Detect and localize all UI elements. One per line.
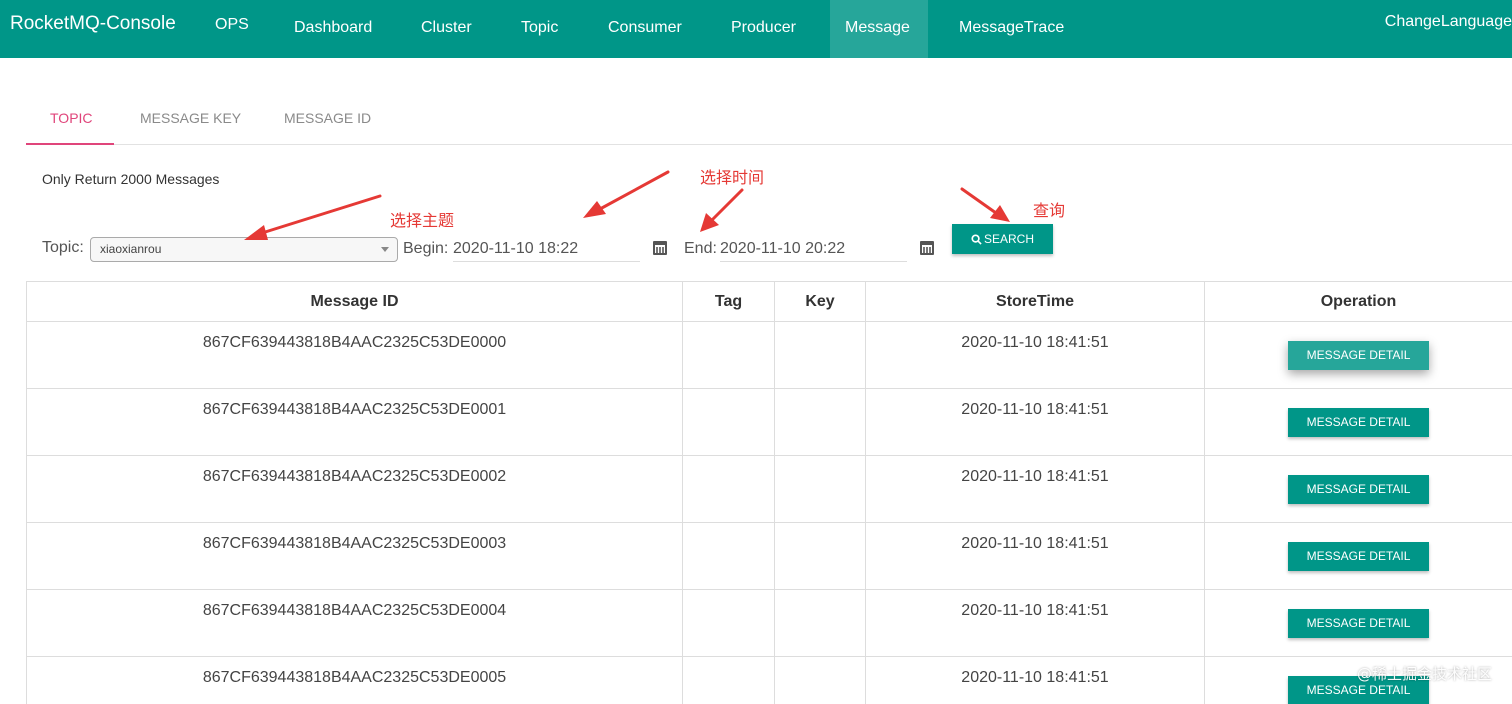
store-time-cell: 2020-11-10 18:41:51 — [865, 388, 1205, 456]
key-cell — [774, 656, 866, 704]
nav-item-messagetrace[interactable]: MessageTrace — [944, 0, 1079, 58]
operation-cell: MESSAGE DETAIL — [1204, 589, 1512, 657]
message-detail-button[interactable]: MESSAGE DETAIL — [1288, 475, 1429, 504]
table-row: 867CF639443818B4AAC2325C53DE0003 2020-11… — [26, 522, 1512, 590]
store-time-cell: 2020-11-10 18:41:51 — [865, 455, 1205, 523]
brand-logo[interactable]: RocketMQ-Console — [10, 13, 176, 35]
arrow-to-end — [710, 188, 744, 222]
column-header-tag: Tag — [682, 281, 775, 322]
arrow-head-begin — [583, 201, 606, 218]
message-id-cell: 867CF639443818B4AAC2325C53DE0003 — [26, 522, 683, 590]
column-header-storetime: StoreTime — [865, 281, 1205, 322]
nav-item-producer[interactable]: Producer — [716, 0, 811, 58]
arrow-to-search — [960, 187, 998, 215]
key-cell — [774, 455, 866, 523]
table-row: 867CF639443818B4AAC2325C53DE0001 2020-11… — [26, 388, 1512, 456]
tag-cell — [682, 321, 775, 389]
message-id-cell: 867CF639443818B4AAC2325C53DE0005 — [26, 656, 683, 704]
arrow-head-end — [700, 213, 719, 232]
tag-cell — [682, 656, 775, 704]
active-tab-indicator — [26, 143, 114, 145]
key-cell — [774, 522, 866, 590]
message-id-cell: 867CF639443818B4AAC2325C53DE0004 — [26, 589, 683, 657]
annotation-query: 查询 — [1033, 201, 1066, 220]
table-row: 867CF639443818B4AAC2325C53DE0004 2020-11… — [26, 589, 1512, 657]
message-id-cell: 867CF639443818B4AAC2325C53DE0001 — [26, 388, 683, 456]
key-cell — [774, 589, 866, 657]
annotation-select-topic: 选择主题 — [390, 211, 455, 230]
nav-item-message[interactable]: Message — [830, 0, 928, 58]
nav-item-consumer[interactable]: Consumer — [593, 0, 697, 58]
calendar-icon[interactable] — [653, 241, 667, 255]
message-id-cell: 867CF639443818B4AAC2325C53DE0000 — [26, 321, 683, 389]
message-detail-button[interactable]: MESSAGE DETAIL — [1288, 408, 1429, 437]
store-time-cell: 2020-11-10 18:41:51 — [865, 321, 1205, 389]
key-cell — [774, 388, 866, 456]
operation-cell: MESSAGE DETAIL — [1204, 522, 1512, 590]
search-icon — [971, 233, 982, 245]
search-button[interactable]: SEARCH — [952, 224, 1053, 254]
message-search-tabs: TOPIC MESSAGE KEY MESSAGE ID — [26, 96, 1512, 145]
column-header-operation: Operation — [1204, 281, 1512, 322]
end-time-input[interactable] — [720, 236, 907, 262]
tab-topic[interactable]: TOPIC — [50, 110, 93, 126]
column-header-key: Key — [774, 281, 866, 322]
table-row: 867CF639443818B4AAC2325C53DE0000 2020-11… — [26, 321, 1512, 389]
table-header-row: Message ID Tag Key StoreTime Operation — [26, 281, 1512, 322]
tag-cell — [682, 455, 775, 523]
arrow-to-topic — [260, 194, 382, 235]
topic-label: Topic: — [42, 239, 84, 256]
message-detail-button[interactable]: MESSAGE DETAIL — [1288, 609, 1429, 638]
column-header-message-id: Message ID — [26, 281, 683, 322]
operation-cell: MESSAGE DETAIL — [1204, 321, 1512, 389]
tag-cell — [682, 522, 775, 590]
message-table: Message ID Tag Key StoreTime Operation 8… — [26, 281, 1512, 704]
begin-label: Begin: — [403, 240, 449, 257]
watermark: @稀土掘金技术社区 — [1356, 665, 1492, 683]
result-limit-notice: Only Return 2000 Messages — [42, 171, 220, 187]
message-id-cell: 867CF639443818B4AAC2325C53DE0002 — [26, 455, 683, 523]
annotation-select-time: 选择时间 — [700, 168, 765, 187]
end-label: End: — [684, 240, 717, 257]
nav-item-cluster[interactable]: Cluster — [406, 0, 487, 58]
operation-cell: MESSAGE DETAIL — [1204, 388, 1512, 456]
store-time-cell: 2020-11-10 18:41:51 — [865, 589, 1205, 657]
nav-item-dashboard[interactable]: Dashboard — [279, 0, 387, 58]
arrow-head-search — [990, 205, 1010, 222]
top-navbar: RocketMQ-Console OPS Dashboard Cluster T… — [0, 0, 1512, 58]
operation-cell: MESSAGE DETAIL — [1204, 455, 1512, 523]
chevron-down-icon — [381, 247, 389, 252]
tag-cell — [682, 388, 775, 456]
tab-message-id[interactable]: MESSAGE ID — [284, 110, 371, 126]
key-cell — [774, 321, 866, 389]
calendar-icon[interactable] — [920, 241, 934, 255]
begin-time-input[interactable] — [453, 236, 640, 262]
message-detail-button[interactable]: MESSAGE DETAIL — [1288, 542, 1429, 571]
table-row: 867CF639443818B4AAC2325C53DE0005 2020-11… — [26, 656, 1512, 704]
nav-item-topic[interactable]: Topic — [506, 0, 573, 58]
search-button-label: SEARCH — [983, 232, 1034, 246]
topic-select-value: xiaoxianrou — [100, 242, 162, 256]
table-row: 867CF639443818B4AAC2325C53DE0002 2020-11… — [26, 455, 1512, 523]
tab-message-key[interactable]: MESSAGE KEY — [140, 110, 241, 126]
nav-item-ops[interactable]: OPS — [200, 0, 264, 58]
topic-select[interactable]: xiaoxianrou — [90, 237, 398, 262]
change-language-menu[interactable]: ChangeLanguage — [1385, 13, 1512, 31]
store-time-cell: 2020-11-10 18:41:51 — [865, 522, 1205, 590]
message-detail-button[interactable]: MESSAGE DETAIL — [1288, 341, 1429, 370]
store-time-cell: 2020-11-10 18:41:51 — [865, 656, 1205, 704]
arrow-to-begin — [598, 170, 670, 211]
tag-cell — [682, 589, 775, 657]
